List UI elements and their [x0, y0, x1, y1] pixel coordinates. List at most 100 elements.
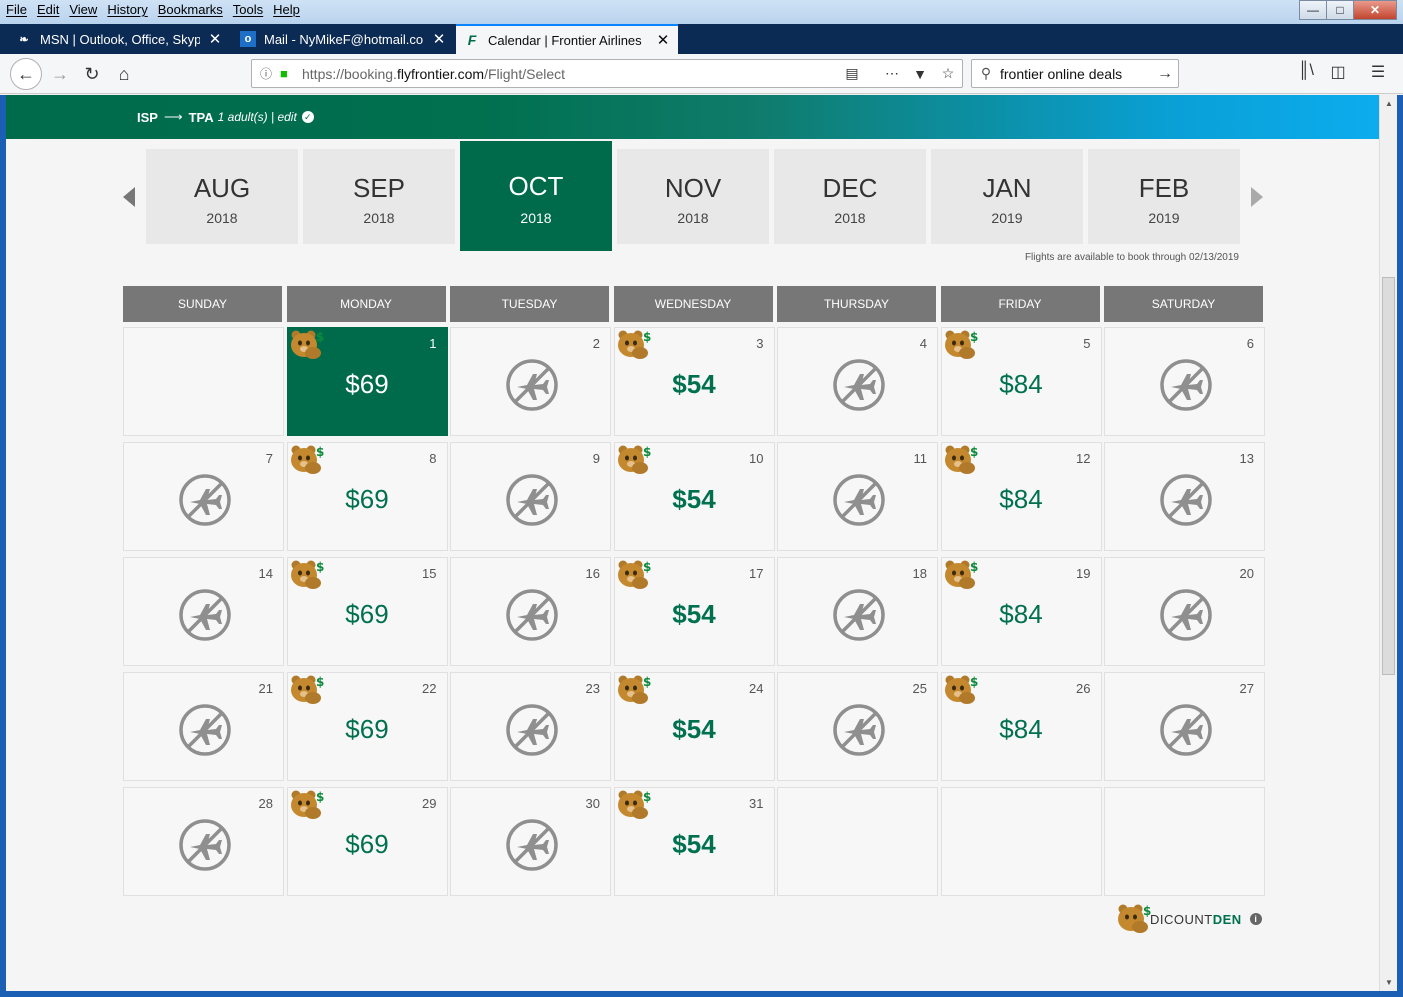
sidebar-icon[interactable]: ◫	[1322, 62, 1354, 82]
pocket-icon[interactable]: ▼	[906, 66, 934, 82]
calendar-day-22[interactable]: $22 $69	[286, 672, 448, 781]
calendar-day-28: 28	[123, 787, 284, 896]
fare-price[interactable]: $54	[615, 484, 774, 515]
day-number: 31	[749, 796, 764, 811]
menu-item-file[interactable]: File	[6, 2, 27, 17]
month-tab-dec[interactable]: DEC 2018	[774, 149, 926, 244]
info-icon[interactable]: ⓘ	[260, 65, 280, 82]
menu-item-help[interactable]: Help	[273, 2, 300, 17]
menu-item-view[interactable]: View	[69, 2, 97, 17]
url-bar[interactable]: ⓘ ■ https://booking.flyfrontier.com/Flig…	[251, 59, 963, 88]
tab-msn[interactable]: ❧ MSN | Outlook, Office, Skype, E ✕	[8, 24, 230, 54]
fare-price[interactable]: $84	[942, 599, 1101, 630]
lock-icon[interactable]: ■	[280, 66, 294, 81]
bear-mascot-icon: $	[290, 445, 324, 474]
fare-price[interactable]: $54	[615, 829, 774, 860]
day-number: 20	[1239, 566, 1254, 581]
month-tab-sep[interactable]: SEP 2018	[303, 149, 455, 244]
forward-button[interactable]: →	[44, 58, 76, 90]
url-text[interactable]: https://booking.flyfrontier.com/Flight/S…	[302, 66, 838, 82]
scroll-up-arrow-icon[interactable]: ▲	[1380, 99, 1398, 108]
calendar-day-31[interactable]: $31 $54	[613, 787, 775, 896]
weekday-header-saturday: SATURDAY	[1104, 286, 1263, 322]
no-flights-icon	[506, 474, 558, 526]
svg-text:$: $	[316, 445, 324, 459]
close-icon[interactable]: ✕	[208, 30, 222, 48]
calendar-day-11: 11	[777, 442, 938, 551]
calendar-day-29[interactable]: $29 $69	[286, 787, 448, 896]
calendar-day-3[interactable]: $3 $54	[613, 327, 775, 436]
no-flights-icon	[506, 589, 558, 641]
fare-price[interactable]: $54	[615, 714, 774, 745]
close-icon[interactable]: ✕	[656, 31, 670, 49]
maximize-button[interactable]: □	[1326, 0, 1354, 20]
reader-view-icon[interactable]: ▤	[838, 65, 866, 82]
month-name: AUG	[193, 173, 251, 203]
fare-price[interactable]: $69	[288, 484, 447, 515]
fare-price[interactable]: $69	[288, 829, 447, 860]
vertical-scrollbar[interactable]: ▲ ▼	[1379, 95, 1397, 991]
edit-icon[interactable]: ✓	[301, 111, 314, 123]
home-button[interactable]: ⌂	[108, 58, 140, 90]
close-icon[interactable]: ✕	[432, 30, 446, 48]
month-tab-nov[interactable]: NOV 2018	[617, 149, 769, 244]
close-window-button[interactable]: ✕	[1353, 0, 1397, 20]
scroll-down-arrow-icon[interactable]: ▼	[1380, 978, 1398, 987]
url-host: flyfrontier.com	[396, 65, 485, 82]
next-month-arrow-icon[interactable]	[1251, 187, 1263, 207]
tab-mail[interactable]: o Mail - NyMikeF@hotmail.com ✕	[232, 24, 454, 54]
calendar-day-12[interactable]: $12 $84	[940, 442, 1102, 551]
edit-passengers-link[interactable]: 1 adult(s) | edit	[218, 110, 297, 124]
no-flights-icon	[179, 589, 231, 641]
calendar-day-24[interactable]: $24 $54	[613, 672, 775, 781]
back-button[interactable]: ←	[10, 58, 42, 90]
fare-price[interactable]: $84	[942, 369, 1101, 400]
calendar-day-8[interactable]: $8 $69	[286, 442, 448, 551]
search-bar[interactable]: ⚲ frontier online deals →	[971, 59, 1179, 88]
search-input[interactable]: frontier online deals	[1000, 66, 1152, 82]
weekday-header-sunday: SUNDAY	[123, 286, 282, 322]
calendar-day-17[interactable]: $17 $54	[613, 557, 775, 666]
calendar-day-1[interactable]: $1 $69	[286, 327, 448, 436]
month-tab-aug[interactable]: AUG 2018	[146, 149, 298, 244]
previous-month-arrow-icon[interactable]	[123, 187, 135, 207]
calendar-day-10[interactable]: $10 $54	[613, 442, 775, 551]
month-tab-feb[interactable]: FEB 2019	[1088, 149, 1240, 244]
day-number: 15	[422, 566, 437, 581]
fare-price[interactable]: $54	[615, 599, 774, 630]
fare-price[interactable]: $54	[615, 369, 774, 400]
calendar-day-5[interactable]: $5 $84	[940, 327, 1102, 436]
month-tab-jan[interactable]: JAN 2019	[931, 149, 1083, 244]
fare-price[interactable]: $69	[288, 714, 447, 745]
calendar-day-19[interactable]: $19 $84	[940, 557, 1102, 666]
scrollbar-thumb[interactable]	[1382, 277, 1395, 675]
fare-price[interactable]: $84	[942, 484, 1101, 515]
menu-item-tools[interactable]: Tools	[233, 2, 263, 17]
day-number: 25	[912, 681, 927, 696]
tab-frontier[interactable]: F Calendar | Frontier Airlines ✕	[456, 24, 678, 54]
day-number: 18	[912, 566, 927, 581]
svg-text:$: $	[643, 790, 651, 804]
calendar-empty-cell	[940, 787, 1102, 896]
fare-price[interactable]: $84	[942, 714, 1101, 745]
fare-price[interactable]: $69	[288, 599, 447, 630]
url-path: /Flight/Select	[484, 65, 566, 82]
menu-item-bookmarks[interactable]: Bookmarks	[158, 2, 223, 17]
calendar-day-15[interactable]: $15 $69	[286, 557, 448, 666]
menu-item-history[interactable]: History	[107, 2, 147, 17]
library-icon[interactable]: ║\	[1290, 62, 1322, 82]
bookmark-star-icon[interactable]: ☆	[934, 65, 962, 82]
search-go-icon[interactable]: →	[1152, 65, 1178, 83]
fare-price[interactable]: $69	[288, 369, 447, 400]
calendar-day-26[interactable]: $26 $84	[940, 672, 1102, 781]
reload-button[interactable]: ↻	[76, 58, 108, 90]
hamburger-menu-icon[interactable]: ☰	[1362, 62, 1394, 82]
info-icon[interactable]: i	[1249, 913, 1262, 925]
menu-item-edit[interactable]: Edit	[37, 2, 59, 17]
minimize-button[interactable]: —	[1299, 0, 1327, 20]
day-number: 28	[258, 796, 273, 811]
month-tab-oct[interactable]: OCT 2018	[460, 141, 612, 251]
day-number: 27	[1239, 681, 1254, 696]
page-actions-icon[interactable]: ⋯	[878, 65, 906, 82]
calendar-day-20: 20	[1104, 557, 1265, 666]
